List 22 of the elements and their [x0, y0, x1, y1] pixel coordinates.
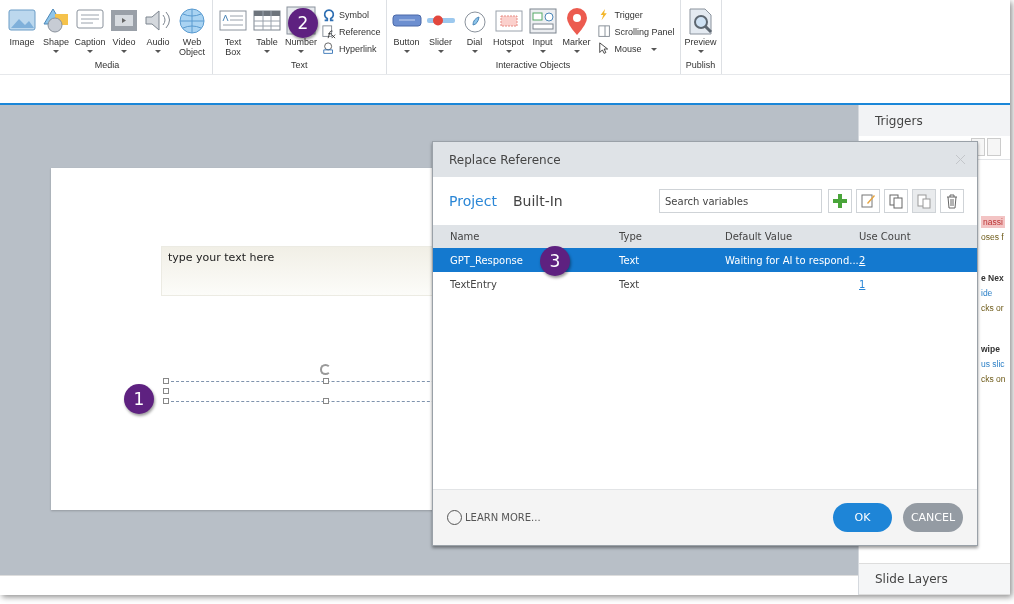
panel-title: Slide Layers	[859, 563, 1010, 595]
table-cell: Waiting for AI to respond...	[725, 254, 859, 266]
group-label: Media	[94, 60, 120, 70]
column-header: Use Count	[859, 231, 911, 242]
warning-tag: nassi	[981, 216, 1005, 228]
group-label: Publish	[685, 60, 716, 70]
column-header: Type	[619, 231, 642, 242]
table-cell: Text	[619, 254, 640, 266]
trigger-note: cks or	[981, 302, 1004, 314]
column-header: Default Value	[725, 231, 793, 242]
table-cell: TextEntry	[450, 278, 497, 290]
panel-title: Triggers	[859, 105, 1010, 136]
trigger-title: e Nex	[981, 272, 1004, 284]
table-cell: GPT_Response	[450, 254, 523, 266]
group-label: Interactive Objects	[495, 60, 571, 70]
table-cell: Text	[619, 278, 640, 290]
column-header: Name	[450, 231, 480, 242]
trigger-note: cks on	[981, 373, 1006, 385]
trigger-note: oses f	[981, 231, 1004, 243]
trigger-title: wipe	[981, 343, 1000, 355]
group-label: Text	[291, 60, 308, 70]
dialog-title: Replace Reference	[449, 152, 561, 167]
